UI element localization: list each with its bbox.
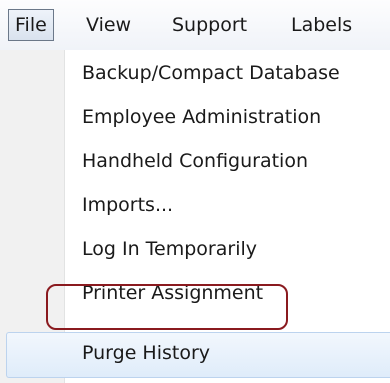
menu-item-printer-assignment[interactable]: Printer Assignment: [0, 274, 390, 312]
menu-item-handheld-configuration[interactable]: Handheld Configuration: [0, 142, 390, 180]
menu-view[interactable]: View: [86, 11, 131, 39]
menu-file[interactable]: File: [8, 9, 54, 41]
menu-bar: File View Support Labels: [0, 0, 390, 51]
menu-item-log-in-temporarily[interactable]: Log In Temporarily: [0, 230, 390, 268]
menu-item-backup-compact-database[interactable]: Backup/Compact Database: [0, 54, 390, 92]
file-menu-dropdown: Backup/Compact Database Employee Adminis…: [0, 50, 390, 383]
menu-support[interactable]: Support: [172, 11, 247, 39]
menu-item-label: Printer Assignment: [82, 282, 264, 304]
menu-item-label: Imports...: [82, 194, 174, 216]
menu-item-label: Employee Administration: [82, 106, 322, 128]
menu-item-label: Log In Temporarily: [82, 238, 257, 260]
menu-item-employee-administration[interactable]: Employee Administration: [0, 98, 390, 136]
application-window: File View Support Labels Backup/Compact …: [0, 0, 390, 383]
menu-item-purge-history[interactable]: Purge History: [0, 326, 390, 378]
menu-item-label: Purge History: [82, 342, 211, 364]
menu-item-label: Handheld Configuration: [82, 150, 308, 172]
menu-item-imports[interactable]: Imports...: [0, 186, 390, 224]
menu-item-label: Backup/Compact Database: [82, 62, 340, 84]
menu-labels[interactable]: Labels: [291, 11, 352, 39]
